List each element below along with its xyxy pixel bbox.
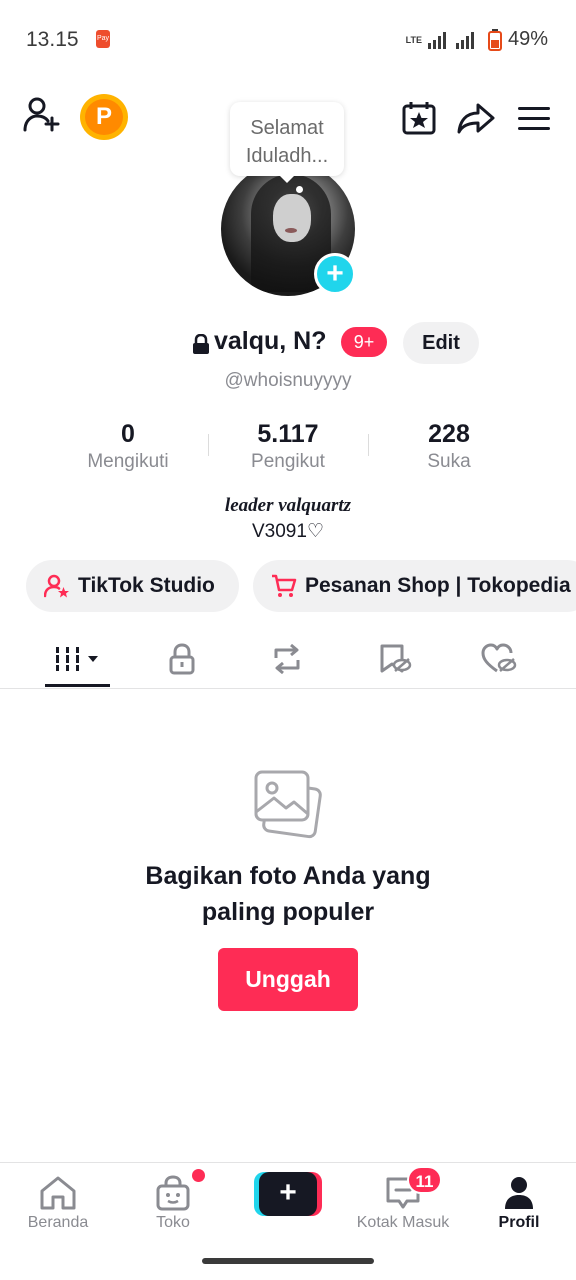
nav-label: Profil: [498, 1214, 540, 1231]
inbox-badge: 11: [407, 1166, 442, 1194]
stat-likes[interactable]: 228 Suka: [369, 420, 529, 473]
stat-followers[interactable]: 5.117 Pengikut: [208, 420, 368, 473]
shopping-bag-icon: [156, 1175, 190, 1211]
create-button[interactable]: +: [254, 1172, 322, 1216]
tab-liked[interactable]: [467, 630, 531, 688]
coin-icon[interactable]: P: [80, 94, 128, 140]
note-line-1: Selamat: [250, 117, 324, 139]
empty-state-title: Bagikan foto Anda yang paling populer: [0, 858, 576, 930]
shop-notification-dot: [192, 1169, 205, 1182]
stat-value: 228: [428, 420, 470, 448]
calendar-star-icon[interactable]: [401, 100, 437, 136]
chip-label: TikTok Studio: [78, 574, 215, 597]
avatar-face: [273, 194, 311, 242]
lte-icon: LTE: [405, 34, 422, 45]
shopee-pay-icon: Pay: [96, 30, 110, 48]
chip-label: Pesanan Shop | Tokopedia: [305, 574, 571, 597]
name-row: valqu, N? 9+ Edit: [0, 322, 576, 364]
tiktok-studio-button[interactable]: TikTok Studio: [26, 560, 239, 612]
grid-icon: [54, 647, 98, 671]
battery-icon: [487, 28, 502, 51]
avatar-lip: [285, 228, 297, 233]
tab-videos[interactable]: [46, 630, 110, 688]
nav-home[interactable]: Beranda: [3, 1163, 113, 1243]
signal-icon: [427, 31, 474, 49]
home-indicator[interactable]: [202, 1258, 374, 1264]
repost-icon: [274, 644, 300, 674]
heart-hidden-icon: [481, 643, 517, 673]
bookmark-hidden-icon: [380, 644, 412, 673]
stat-value: 5.117: [257, 420, 319, 448]
edit-profile-button[interactable]: Edit: [403, 322, 479, 364]
note-bubble[interactable]: Selamat Iduladh...: [230, 102, 344, 183]
note-dot: [296, 186, 303, 193]
share-icon[interactable]: [457, 102, 495, 134]
stat-label: Pengikut: [251, 451, 325, 472]
stat-label: Suka: [427, 451, 471, 472]
status-right: LTE 49%: [406, 28, 548, 51]
stat-following[interactable]: 0 Mengikuti: [48, 420, 208, 473]
battery-percent: 49%: [507, 28, 548, 50]
upload-button[interactable]: Unggah: [218, 948, 358, 1011]
add-friend-icon[interactable]: [22, 96, 62, 134]
nav-label: Toko: [156, 1214, 190, 1231]
photos-icon: [254, 770, 322, 839]
lock-icon: [169, 643, 195, 675]
nav-shop[interactable]: Toko: [118, 1163, 228, 1243]
bio-line-2: V3091♡: [252, 521, 324, 542]
status-bar: 13.15 Pay LTE 49%: [0, 0, 576, 80]
cart-icon: [272, 574, 297, 597]
nav-label: Kotak Masuk: [356, 1214, 450, 1231]
user-handle: @whoisnuyyyy: [224, 370, 352, 391]
nav-label: Beranda: [27, 1214, 89, 1231]
stat-label: Mengikuti: [87, 451, 169, 472]
bio-line-1: leader valquartz: [224, 495, 352, 516]
nav-inbox[interactable]: Kotak Masuk: [348, 1163, 458, 1243]
menu-icon[interactable]: [518, 106, 550, 132]
add-story-button[interactable]: +: [314, 253, 356, 295]
plus-icon: +: [259, 1172, 317, 1216]
note-line-2: Iduladh...: [245, 145, 329, 167]
tab-favorites[interactable]: [363, 630, 427, 688]
person-star-icon: [44, 574, 69, 598]
tab-reposts[interactable]: [255, 630, 319, 688]
stats-row: 0 Mengikuti 5.117 Pengikut 228 Suka: [0, 420, 576, 480]
empty-title-line-1: Bagikan foto Anda yang: [145, 862, 431, 890]
stat-value: 0: [121, 420, 135, 448]
active-tab-indicator: [45, 684, 110, 687]
status-time: 13.15: [26, 28, 79, 51]
content-tabs: [0, 630, 576, 689]
private-lock-icon: [193, 334, 209, 354]
home-icon: [40, 1176, 76, 1210]
tab-private[interactable]: [150, 630, 214, 688]
empty-title-line-2: paling populer: [201, 898, 375, 926]
profile-icon: [505, 1177, 533, 1209]
shop-orders-button[interactable]: Pesanan Shop | Tokopedia: [253, 560, 576, 612]
notification-badge[interactable]: 9+: [341, 327, 387, 357]
nav-profile[interactable]: Profil: [464, 1163, 574, 1243]
display-name: valqu, N?: [214, 327, 327, 355]
